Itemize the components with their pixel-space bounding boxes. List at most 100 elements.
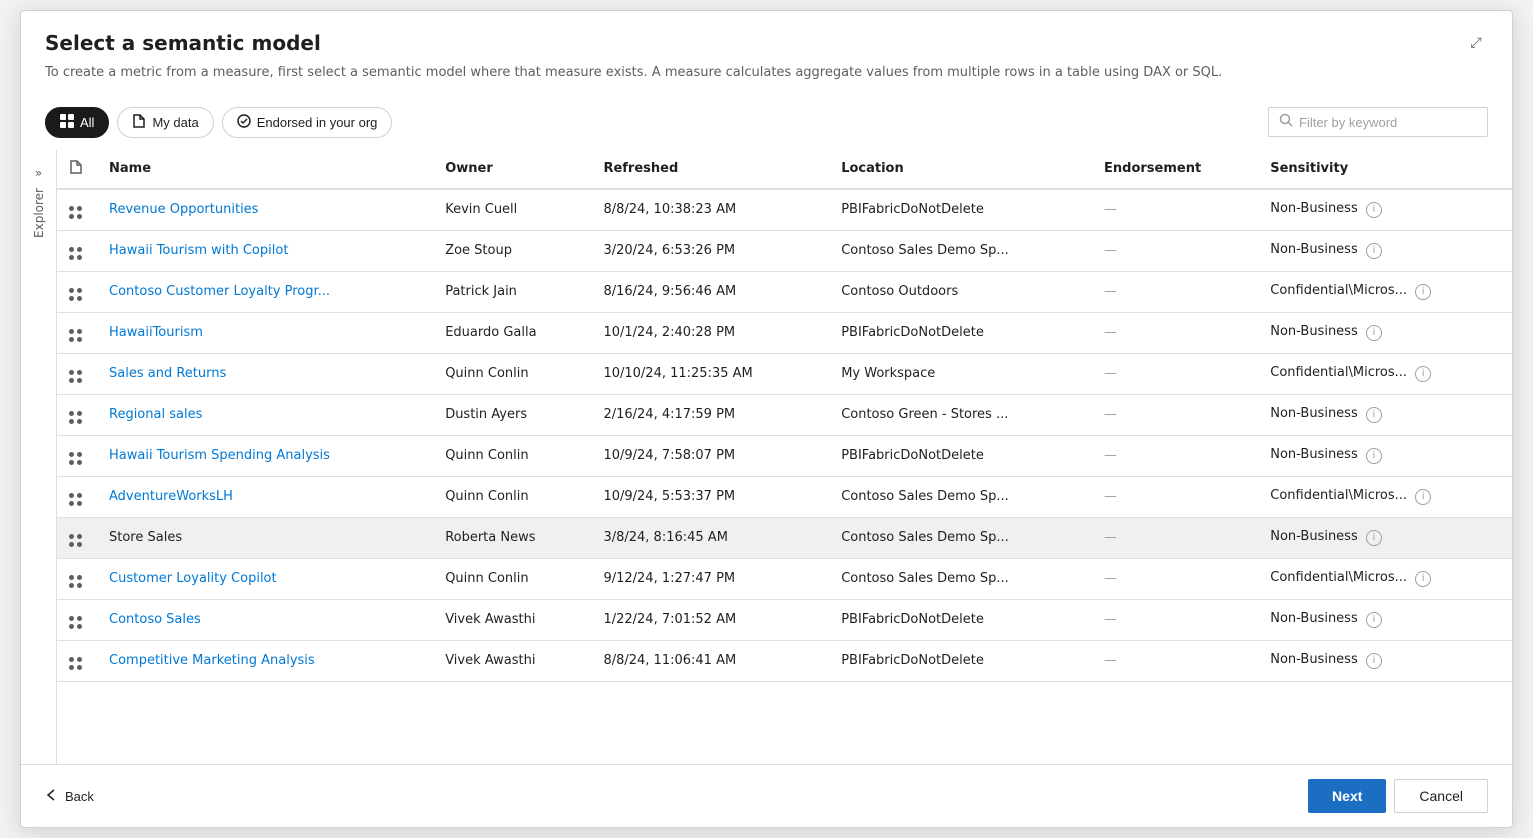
row-owner: Kevin Cuell <box>433 189 591 231</box>
table-row[interactable]: Hawaii Tourism with CopilotZoe Stoup3/20… <box>57 230 1512 271</box>
table-row[interactable]: Contoso SalesVivek Awasthi1/22/24, 7:01:… <box>57 599 1512 640</box>
row-sensitivity: Non-Business i <box>1258 189 1512 231</box>
table-row[interactable]: AdventureWorksLHQuinn Conlin10/9/24, 5:5… <box>57 476 1512 517</box>
endorsement-value: — <box>1104 325 1117 340</box>
sensitivity-info-icon[interactable]: i <box>1415 366 1431 382</box>
drag-icon <box>69 657 83 671</box>
row-refreshed: 3/8/24, 8:16:45 AM <box>591 517 829 558</box>
row-refreshed: 8/8/24, 11:06:41 AM <box>591 640 829 681</box>
grid-icon <box>60 114 74 131</box>
back-button-label: Back <box>65 789 94 804</box>
sensitivity-info-icon[interactable]: i <box>1366 325 1382 341</box>
row-location: PBIFabricDoNotDelete <box>829 435 1092 476</box>
table-row[interactable]: Hawaii Tourism Spending AnalysisQuinn Co… <box>57 435 1512 476</box>
table-body: Revenue OpportunitiesKevin Cuell 8/8/24, … <box>57 189 1512 682</box>
table-row[interactable]: Customer Loyality CopilotQuinn Conlin9/1… <box>57 558 1512 599</box>
drag-icon <box>69 247 83 261</box>
row-name[interactable]: Contoso Sales <box>97 599 433 640</box>
filter-btn-all[interactable]: All <box>45 107 109 138</box>
row-endorsement: — <box>1092 312 1258 353</box>
row-endorsement: — <box>1092 517 1258 558</box>
sensitivity-info-icon[interactable]: i <box>1366 653 1382 669</box>
filter-btn-endorsed[interactable]: Endorsed in your org <box>222 107 393 138</box>
sensitivity-value: Confidential\Micros... <box>1270 570 1407 585</box>
row-name[interactable]: Hawaii Tourism Spending Analysis <box>97 435 433 476</box>
col-owner-header: Owner <box>433 150 591 189</box>
row-name[interactable]: Customer Loyality Copilot <box>97 558 433 599</box>
row-sensitivity: Non-Business i <box>1258 394 1512 435</box>
sensitivity-info-icon[interactable]: i <box>1366 202 1382 218</box>
row-name[interactable]: HawaiiTourism <box>97 312 433 353</box>
sensitivity-value: Non-Business <box>1270 447 1357 462</box>
row-name[interactable]: Revenue Opportunities <box>97 189 433 231</box>
row-owner: Vivek Awasthi <box>433 599 591 640</box>
search-input[interactable] <box>1299 115 1477 130</box>
sensitivity-value: Non-Business <box>1270 406 1357 421</box>
sensitivity-info-icon[interactable]: i <box>1366 407 1382 423</box>
endorsement-value: — <box>1104 243 1117 258</box>
col-icon-header <box>57 150 97 189</box>
filter-btn-endorsed-label: Endorsed in your org <box>257 115 378 130</box>
row-icon-cell <box>57 435 97 476</box>
filter-buttons: All My data <box>45 107 392 138</box>
table-row[interactable]: HawaiiTourismEduardo Galla10/1/24, 2:40:… <box>57 312 1512 353</box>
row-name[interactable]: AdventureWorksLH <box>97 476 433 517</box>
row-location: My Workspace <box>829 353 1092 394</box>
filter-btn-mydata-label: My data <box>152 115 198 130</box>
row-refreshed: 8/16/24, 9:56:46 AM <box>591 271 829 312</box>
expand-icon[interactable]: ⤢ <box>1464 31 1488 55</box>
row-location: Contoso Sales Demo Sp... <box>829 517 1092 558</box>
back-button[interactable]: Back <box>45 788 94 805</box>
next-button[interactable]: Next <box>1308 779 1386 813</box>
filter-btn-all-label: All <box>80 115 94 130</box>
endorsement-value: — <box>1104 407 1117 422</box>
sensitivity-value: Non-Business <box>1270 611 1357 626</box>
back-arrow-icon <box>45 788 59 805</box>
endorsement-value: — <box>1104 571 1117 586</box>
sensitivity-info-icon[interactable]: i <box>1366 612 1382 628</box>
row-refreshed: 2/16/24, 4:17:59 PM <box>591 394 829 435</box>
endorsement-value: — <box>1104 489 1117 504</box>
row-sensitivity: Confidential\Micros... i <box>1258 271 1512 312</box>
row-sensitivity: Non-Business i <box>1258 517 1512 558</box>
drag-icon <box>69 329 83 343</box>
table-row[interactable]: Store SalesRoberta News3/8/24, 8:16:45 A… <box>57 517 1512 558</box>
row-name[interactable]: Store Sales <box>97 517 433 558</box>
table-row[interactable]: Competitive Marketing AnalysisVivek Awas… <box>57 640 1512 681</box>
sensitivity-info-icon[interactable]: i <box>1366 448 1382 464</box>
table-row[interactable]: Sales and ReturnsQuinn Conlin10/10/24, 1… <box>57 353 1512 394</box>
search-icon <box>1279 113 1293 131</box>
sensitivity-value: Non-Business <box>1270 201 1357 216</box>
row-icon-cell <box>57 312 97 353</box>
row-name[interactable]: Regional sales <box>97 394 433 435</box>
file-icon <box>132 114 146 131</box>
row-endorsement: — <box>1092 640 1258 681</box>
filter-btn-mydata[interactable]: My data <box>117 107 213 138</box>
endorsement-value: — <box>1104 366 1117 381</box>
sensitivity-info-icon[interactable]: i <box>1415 571 1431 587</box>
row-location: Contoso Outdoors <box>829 271 1092 312</box>
table-row[interactable]: Revenue OpportunitiesKevin Cuell8/8/24, … <box>57 189 1512 231</box>
sensitivity-info-icon[interactable]: i <box>1415 284 1431 300</box>
sensitivity-info-icon[interactable]: i <box>1415 489 1431 505</box>
sensitivity-value: Non-Business <box>1270 652 1357 667</box>
row-name[interactable]: Hawaii Tourism with Copilot <box>97 230 433 271</box>
row-endorsement: — <box>1092 230 1258 271</box>
row-owner: Quinn Conlin <box>433 558 591 599</box>
row-refreshed: 9/12/24, 1:27:47 PM <box>591 558 829 599</box>
row-name[interactable]: Sales and Returns <box>97 353 433 394</box>
row-owner: Quinn Conlin <box>433 353 591 394</box>
sidebar-expand-arrows[interactable]: » <box>35 166 42 180</box>
sensitivity-info-icon[interactable]: i <box>1366 530 1382 546</box>
table-row[interactable]: Regional salesDustin Ayers2/16/24, 4:17:… <box>57 394 1512 435</box>
row-icon-cell <box>57 353 97 394</box>
sensitivity-info-icon[interactable]: i <box>1366 243 1382 259</box>
table-row[interactable]: Contoso Customer Loyalty Progr...Patrick… <box>57 271 1512 312</box>
row-sensitivity: Confidential\Micros... i <box>1258 353 1512 394</box>
cancel-button[interactable]: Cancel <box>1394 779 1488 813</box>
row-location: PBIFabricDoNotDelete <box>829 599 1092 640</box>
row-name[interactable]: Competitive Marketing Analysis <box>97 640 433 681</box>
row-name[interactable]: Contoso Customer Loyalty Progr... <box>97 271 433 312</box>
drag-icon <box>69 288 83 302</box>
row-refreshed: 10/9/24, 7:58:07 PM <box>591 435 829 476</box>
